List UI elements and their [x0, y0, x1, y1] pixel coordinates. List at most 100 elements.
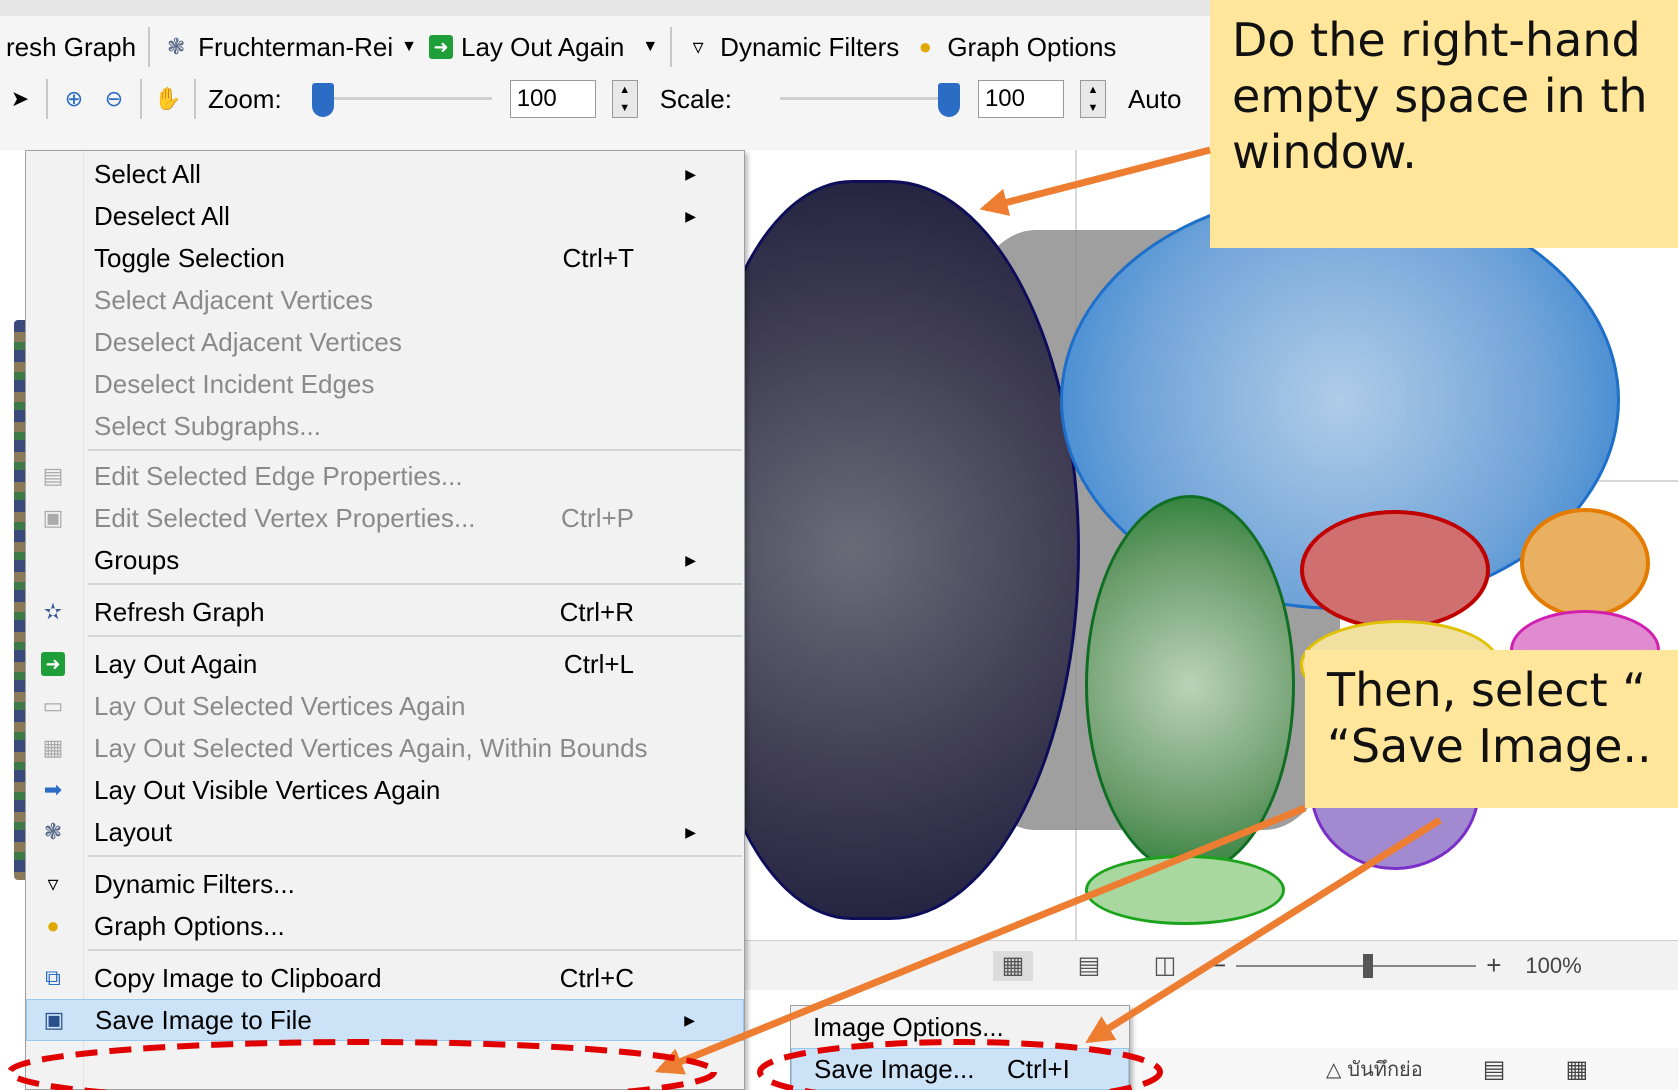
vertex-properties-icon: ▣ — [42, 505, 64, 530]
zoom-spinner[interactable]: ▲ ▼ — [611, 80, 638, 118]
menu-item-refresh-graph[interactable]: ✫ Refresh Graph Ctrl+R — [26, 591, 744, 633]
menu-item-dynamic-filters[interactable]: ▿ Dynamic Filters... — [26, 863, 744, 905]
menu-item-lay-out-within-bounds[interactable]: ▦ Lay Out Selected Vertices Again, Withi… — [26, 727, 744, 769]
menu-item-layout[interactable]: ❃ Layout ▶ — [26, 811, 744, 853]
menu-item-select-all[interactable]: Select All ▶ — [26, 153, 744, 195]
refresh-graph-label: resh Graph — [6, 31, 137, 62]
notes-button[interactable]: △ บันทึกย่อ — [1326, 1053, 1423, 1085]
menu-item-label: Refresh Graph — [94, 596, 265, 627]
status-bar: ▦ ▤ ◫ − + 100% — [745, 940, 1678, 990]
menu-separator — [88, 449, 742, 451]
menu-item-label: Copy Image to Clipboard — [94, 962, 382, 993]
menu-item-select-adjacent-vertices[interactable]: Select Adjacent Vertices — [26, 279, 744, 321]
toolbar-row-1: resh Graph ❃ Fruchterman-Rei ▼ ➜ Lay Out… — [0, 24, 1122, 70]
menu-item-label: Select Subgraphs... — [94, 410, 321, 441]
scale-slider[interactable] — [779, 79, 960, 119]
status-zoom-slider[interactable] — [1236, 951, 1477, 981]
graph-dark-cluster — [700, 180, 1080, 920]
zoom-in-button[interactable]: ⊕ — [54, 85, 94, 113]
menu-item-save-image-to-file[interactable]: ▣ Save Image to File ▶ — [26, 999, 744, 1041]
spin-down-icon[interactable]: ▼ — [1088, 102, 1099, 114]
zoom-in-status-button[interactable]: + — [1486, 950, 1501, 981]
submenu-arrow-icon: ▶ — [685, 165, 696, 182]
toolbar-separator — [670, 27, 673, 67]
menu-item-label: Lay Out Selected Vertices Again, Within … — [94, 732, 648, 763]
filter-icon: ▿ — [47, 871, 59, 896]
submenu-item-shortcut: Ctrl+I — [1007, 1053, 1070, 1084]
toolbar-separator — [148, 27, 151, 67]
graph-green-cluster — [1085, 495, 1295, 875]
menu-item-copy-image[interactable]: ⧉ Copy Image to Clipboard Ctrl+C — [26, 957, 744, 999]
page-layout-view-icon[interactable]: ▤ — [1069, 951, 1109, 981]
menu-separator — [88, 949, 742, 951]
graph-options-button[interactable]: ● Graph Options — [905, 32, 1122, 63]
submenu-arrow-icon: ▶ — [685, 551, 696, 568]
arrow-right-icon: ➡ — [43, 777, 63, 802]
menu-item-toggle-selection[interactable]: Toggle Selection Ctrl+T — [26, 237, 744, 279]
scale-label: Scale: — [659, 83, 732, 114]
dropdown-arrow-icon[interactable]: ▼ — [642, 38, 658, 56]
submenu-item-label: Image Options... — [813, 1011, 1004, 1042]
zoom-control: Zoom: ▲▼ — [202, 79, 644, 119]
menu-item-label: Select All — [94, 158, 201, 189]
scale-slider-thumb[interactable] — [937, 83, 960, 117]
menu-item-graph-options[interactable]: ● Graph Options... — [26, 905, 744, 947]
status-zoom-percent[interactable]: 100% — [1525, 953, 1581, 979]
spin-up-icon[interactable]: ▲ — [619, 84, 630, 96]
menu-item-select-subgraphs[interactable]: Select Subgraphs... — [26, 405, 744, 447]
submenu-item-image-options[interactable]: Image Options... — [791, 1006, 1129, 1048]
menu-item-groups[interactable]: Groups ▶ — [26, 539, 744, 581]
menu-separator — [88, 855, 742, 857]
zoom-slider-thumb[interactable] — [311, 83, 334, 117]
menu-item-deselect-all[interactable]: Deselect All ▶ — [26, 195, 744, 237]
scale-value-input[interactable] — [977, 80, 1064, 118]
status-zoom-track — [1236, 964, 1477, 967]
callout-save-image: Then, select “ “Save Image.. — [1305, 650, 1678, 808]
lay-out-again-button[interactable]: ➜ Lay Out Again ▼ — [423, 32, 664, 63]
zoom-slider[interactable] — [311, 79, 492, 119]
menu-item-lay-out-visible-vertices[interactable]: ➡ Lay Out Visible Vertices Again — [26, 769, 744, 811]
menu-item-edit-vertex-properties[interactable]: ▣ Edit Selected Vertex Properties... Ctr… — [26, 497, 744, 539]
menu-item-shortcut: Ctrl+T — [562, 242, 635, 273]
submenu-arrow-icon: ▶ — [685, 823, 696, 840]
spin-down-icon[interactable]: ▼ — [619, 102, 630, 114]
graph-red-cluster — [1300, 510, 1490, 630]
page-break-view-icon[interactable]: ◫ — [1145, 951, 1185, 981]
select-tool-button[interactable]: ➤ — [0, 85, 40, 113]
menu-item-label: Edit Selected Vertex Properties... — [94, 502, 476, 533]
menu-item-shortcut: Ctrl+R — [559, 596, 634, 627]
menu-item-deselect-incident-edges[interactable]: Deselect Incident Edges — [26, 363, 744, 405]
normal-view-icon[interactable]: ▦ — [993, 950, 1033, 981]
refresh-graph-button[interactable]: resh Graph — [0, 32, 142, 63]
submenu-arrow-icon: ▶ — [684, 1011, 695, 1028]
lay-out-again-label: Lay Out Again — [460, 31, 625, 62]
auto-label[interactable]: Auto — [1128, 84, 1182, 115]
layout-select[interactable]: ❃ Fruchterman-Rei ▼ — [156, 32, 423, 63]
zoom-out-status-button[interactable]: − — [1211, 950, 1226, 981]
normal-slide-view-icon[interactable]: ▤ — [1483, 1055, 1506, 1084]
menu-item-lay-out-again[interactable]: ➜ Lay Out Again Ctrl+L — [26, 643, 744, 685]
status-zoom-thumb[interactable] — [1363, 953, 1374, 978]
scale-spinner[interactable]: ▲ ▼ — [1079, 80, 1106, 118]
callout-right-click: Do the right-hand empty space in th wind… — [1210, 0, 1678, 248]
palette-icon: ● — [46, 913, 60, 938]
slide-sorter-view-icon[interactable]: ▦ — [1565, 1055, 1588, 1084]
menu-item-label: Layout — [94, 816, 173, 847]
hand-icon: ✋ — [154, 86, 182, 111]
menu-item-lay-out-selected-vertices[interactable]: ▭ Lay Out Selected Vertices Again — [26, 685, 744, 727]
zoom-out-button[interactable]: ⊖ — [94, 85, 134, 113]
spin-up-icon[interactable]: ▲ — [1088, 84, 1099, 96]
refresh-graph-icon: ✫ — [43, 599, 63, 624]
menu-item-label: Lay Out Again — [94, 648, 258, 679]
pan-tool-button[interactable]: ✋ — [148, 85, 188, 113]
dropdown-arrow-icon: ▼ — [401, 38, 417, 55]
lay-out-bounds-icon: ▦ — [42, 735, 64, 760]
submenu-item-save-image[interactable]: Save Image... Ctrl+I — [791, 1048, 1129, 1090]
save-image-submenu: Image Options... Save Image... Ctrl+I — [790, 1005, 1130, 1090]
menu-item-shortcut: Ctrl+L — [563, 648, 634, 679]
menu-item-label: Groups — [94, 544, 180, 575]
menu-item-edit-edge-properties[interactable]: ▤ Edit Selected Edge Properties... — [26, 455, 744, 497]
menu-item-deselect-adjacent-vertices[interactable]: Deselect Adjacent Vertices — [26, 321, 744, 363]
zoom-value-input[interactable] — [509, 80, 596, 118]
dynamic-filters-button[interactable]: ▿ Dynamic Filters — [678, 32, 905, 63]
